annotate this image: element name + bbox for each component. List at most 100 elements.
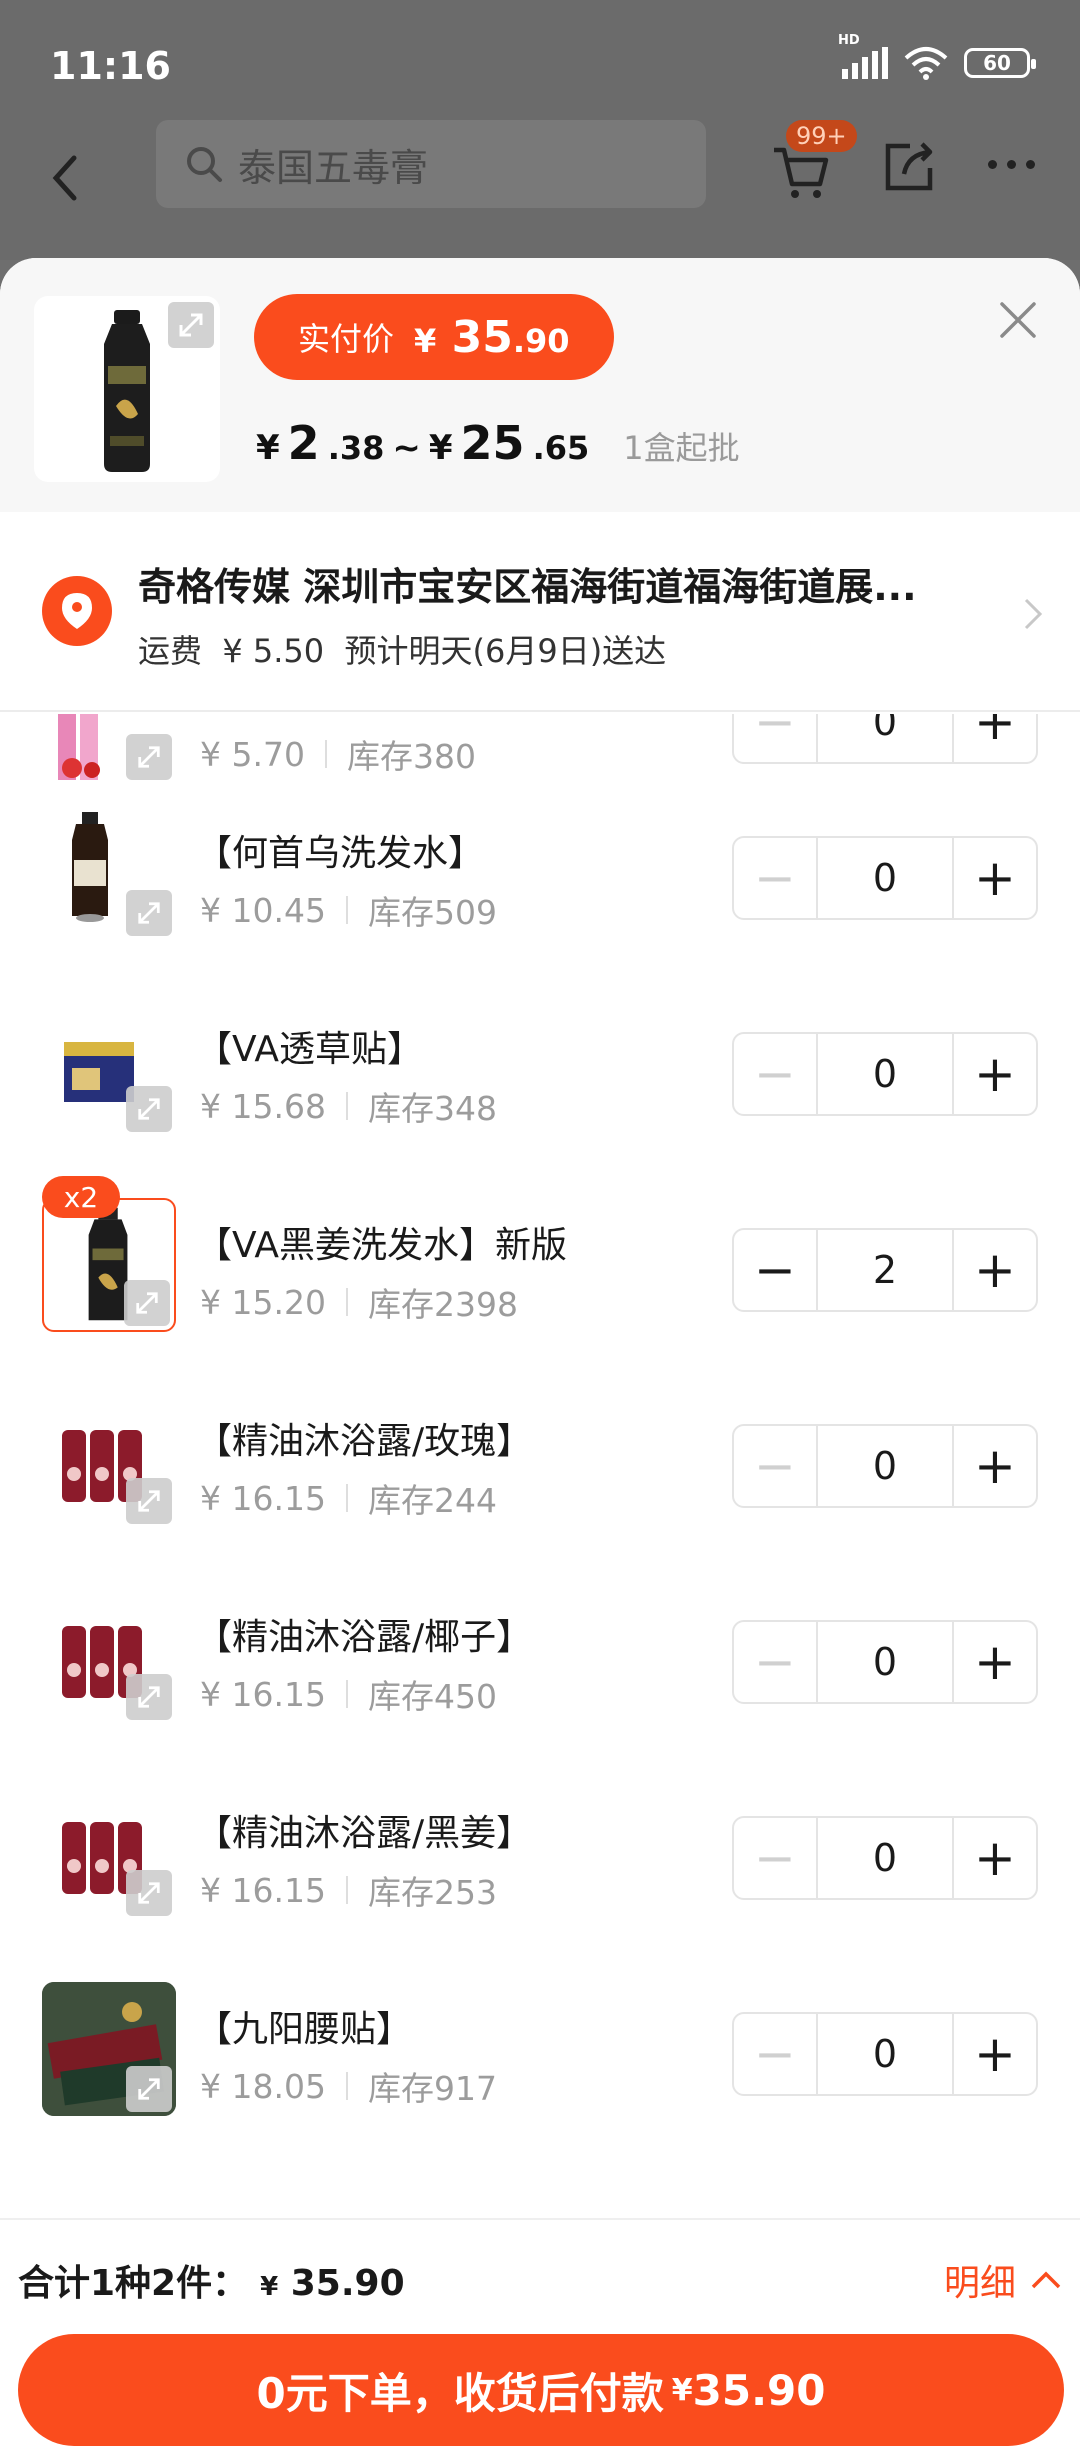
- decrease-button[interactable]: −: [734, 1230, 818, 1310]
- decrease-button[interactable]: −: [734, 2014, 818, 2094]
- signal-icon: HD: [838, 33, 888, 79]
- sku-meta: ¥ 15.20 库存2398: [200, 1278, 518, 1326]
- increase-button[interactable]: +: [952, 1034, 1036, 1114]
- quantity-stepper: − 0 +: [732, 836, 1038, 920]
- quantity-value[interactable]: 0: [818, 1622, 952, 1702]
- delivery-address[interactable]: 奇格传媒 深圳市宝安区福海街道福海街道展... 运费 ¥ 5.50 预计明天(6…: [0, 512, 1080, 712]
- sku-thumbnail[interactable]: [42, 1002, 176, 1136]
- detail-toggle[interactable]: 明细: [944, 2254, 1062, 2306]
- quantity-value[interactable]: 2: [818, 1230, 952, 1310]
- product-thumbnail[interactable]: [34, 296, 220, 482]
- sku-price: ¥ 15.68: [200, 1086, 326, 1126]
- sku-meta: ¥ 16.15 库存244: [200, 1474, 497, 1522]
- increase-button[interactable]: +: [952, 1426, 1036, 1506]
- sku-stock: 库存253: [367, 1873, 497, 1912]
- chevron-right-icon: [1024, 598, 1043, 630]
- sheet-header: 实付价 ¥ 35.90 ¥2.38 ~ ¥25.65 1盒起批: [0, 258, 1080, 512]
- expand-icon[interactable]: [124, 1280, 170, 1326]
- quantity-value[interactable]: 0: [818, 2014, 952, 2094]
- address-text: 奇格传媒 深圳市宝安区福海街道福海街道展...: [138, 565, 917, 609]
- expand-icon[interactable]: [126, 890, 172, 936]
- detail-label: 明细: [944, 2263, 1017, 2304]
- expand-icon[interactable]: [126, 1674, 172, 1720]
- decrease-button[interactable]: −: [734, 1034, 818, 1114]
- sku-thumbnail[interactable]: [42, 1786, 176, 1920]
- sku-name: 【VA透草贴】: [196, 1029, 423, 1070]
- status-time: 11:16: [50, 44, 171, 88]
- selected-count-badge: x2: [42, 1176, 120, 1218]
- actual-price-value: ¥ 35.90: [414, 311, 570, 363]
- total-amount: ¥ 35.90: [260, 2263, 405, 2304]
- expand-icon[interactable]: [126, 1870, 172, 1916]
- sku-meta: ¥ 16.15 库存253: [200, 1866, 497, 1914]
- cart-badge: 99+: [786, 120, 857, 152]
- shipping-info: 运费 ¥ 5.50 预计明天(6月9日)送达: [138, 632, 667, 670]
- network-type: HD: [838, 33, 860, 48]
- sku-thumbnail[interactable]: [42, 806, 176, 940]
- sku-name: 【精油沐浴露/玫瑰】: [196, 1421, 533, 1462]
- sku-row: x2 【VA黑姜洗发水】新版 ¥ 15.20 库存2398 − 2 +: [0, 1146, 1080, 1342]
- chevron-up-icon: [1031, 2271, 1061, 2289]
- expand-icon[interactable]: [126, 1478, 172, 1524]
- search-icon: [187, 147, 222, 182]
- sku-row: 【VA透草贴】 ¥ 15.68 库存348 − 0 +: [0, 950, 1080, 1146]
- location-pin-icon: [42, 576, 112, 646]
- increase-button[interactable]: +: [952, 2014, 1036, 2094]
- expand-icon[interactable]: [126, 1086, 172, 1132]
- close-icon[interactable]: [998, 300, 1038, 340]
- decrease-button[interactable]: −: [734, 1426, 818, 1506]
- sku-row: 【精油沐浴露/椰子】 ¥ 16.15 库存450 − 0 +: [0, 1538, 1080, 1734]
- quantity-stepper: − 0 +: [732, 2012, 1038, 2096]
- sku-thumbnail[interactable]: [42, 1590, 176, 1724]
- sku-stock: 库存450: [367, 1677, 497, 1716]
- quantity-stepper: − 0 +: [732, 1032, 1038, 1116]
- sku-meta: ¥ 10.45 库存509: [200, 886, 497, 934]
- sku-name: 【VA黑姜洗发水】新版: [196, 1225, 567, 1266]
- wifi-icon: [904, 47, 948, 80]
- sku-row: 【九阳腰贴】 ¥ 18.05 库存917 − 0 +: [0, 1930, 1080, 2126]
- quantity-value[interactable]: 0: [818, 1426, 952, 1506]
- status-icons: HD 60: [838, 33, 1036, 80]
- sku-name: 【精油沐浴露/黑姜】: [196, 1813, 533, 1854]
- share-icon[interactable]: [882, 140, 936, 194]
- quantity-value[interactable]: 0: [818, 838, 952, 918]
- increase-button[interactable]: +: [952, 1230, 1036, 1310]
- increase-button[interactable]: +: [952, 1818, 1036, 1898]
- sku-price: ¥ 16.15: [200, 1870, 326, 1910]
- actual-price-pill: 实付价 ¥ 35.90: [254, 294, 614, 380]
- quantity-stepper: − 0 +: [732, 1424, 1038, 1508]
- sku-price: ¥ 18.05: [200, 2066, 326, 2106]
- sku-meta: ¥ 15.68 库存348: [200, 1082, 497, 1130]
- increase-button[interactable]: +: [952, 838, 1036, 918]
- sku-thumbnail[interactable]: [42, 1394, 176, 1528]
- quantity-value[interactable]: 0: [818, 1034, 952, 1114]
- quantity-value[interactable]: 0: [818, 1818, 952, 1898]
- sku-sheet: 实付价 ¥ 35.90 ¥2.38 ~ ¥25.65 1盒起批 奇格传媒 深圳市…: [0, 258, 1080, 2460]
- search-input[interactable]: 泰国五毒膏: [156, 120, 706, 208]
- sku-stock: 库存509: [367, 893, 497, 932]
- sku-thumbnail[interactable]: [42, 1982, 176, 2116]
- sku-list: ¥ 5.70 库存380 − 0 + 【何首乌洗发水】 ¥ 10.45 库存509 …: [0, 714, 1080, 2218]
- actual-price-label: 实付价: [298, 320, 395, 358]
- order-total: 合计1种2件： ¥ 35.90: [18, 2254, 405, 2306]
- background-nav: 泰国五毒膏 99+: [0, 120, 1080, 260]
- decrease-button[interactable]: −: [734, 1622, 818, 1702]
- place-order-button[interactable]: 0元下单，收货后付款 ¥35.90: [18, 2334, 1064, 2446]
- sku-name: 【何首乌洗发水】: [196, 833, 485, 874]
- quantity-stepper: − 0 +: [732, 1816, 1038, 1900]
- total-label: 合计1种2件：: [18, 2263, 249, 2304]
- sku-name: 【九阳腰贴】: [196, 2009, 413, 2050]
- search-placeholder: 泰国五毒膏: [238, 145, 429, 190]
- decrease-button[interactable]: −: [734, 838, 818, 918]
- expand-icon[interactable]: [126, 2066, 172, 2112]
- sku-stock: 库存244: [367, 1481, 497, 1520]
- more-icon[interactable]: [988, 160, 1035, 169]
- sku-meta: ¥ 16.15 库存450: [200, 1670, 497, 1718]
- price-range: ¥2.38 ~ ¥25.65 1盒起批: [256, 416, 740, 470]
- decrease-button[interactable]: −: [734, 1818, 818, 1898]
- sku-thumbnail[interactable]: [42, 1198, 176, 1332]
- expand-icon[interactable]: [168, 302, 214, 348]
- back-arrow-icon[interactable]: [44, 148, 84, 208]
- increase-button[interactable]: +: [952, 1622, 1036, 1702]
- sku-row: 【精油沐浴露/黑姜】 ¥ 16.15 库存253 − 0 +: [0, 1734, 1080, 1930]
